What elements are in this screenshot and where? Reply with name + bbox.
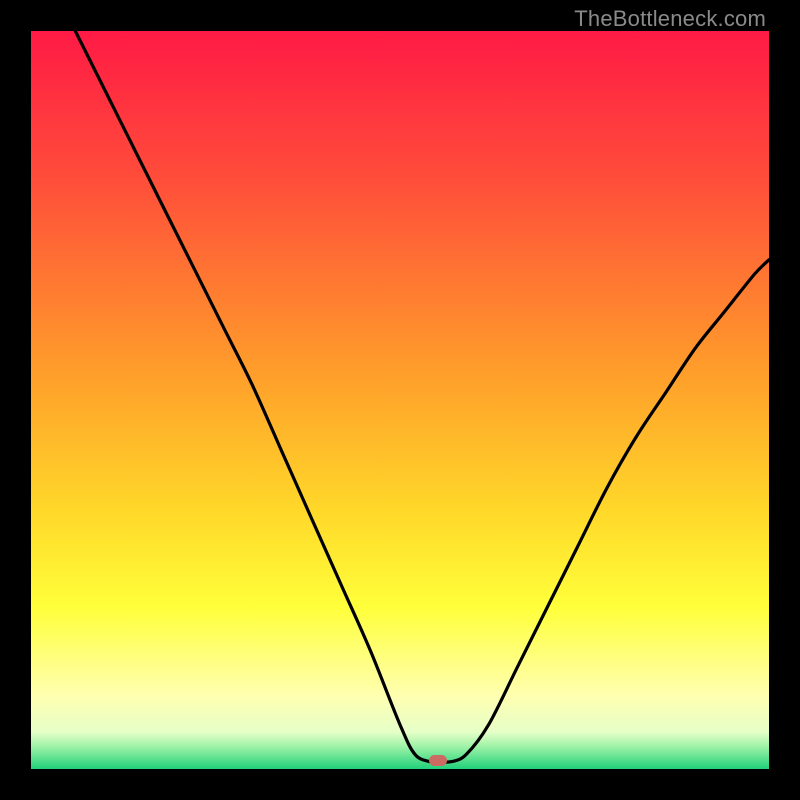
bottleneck-curve xyxy=(31,31,769,769)
chart-container: TheBottleneck.com xyxy=(0,0,800,800)
optimal-marker xyxy=(429,755,447,766)
watermark-text: TheBottleneck.com xyxy=(574,6,766,32)
